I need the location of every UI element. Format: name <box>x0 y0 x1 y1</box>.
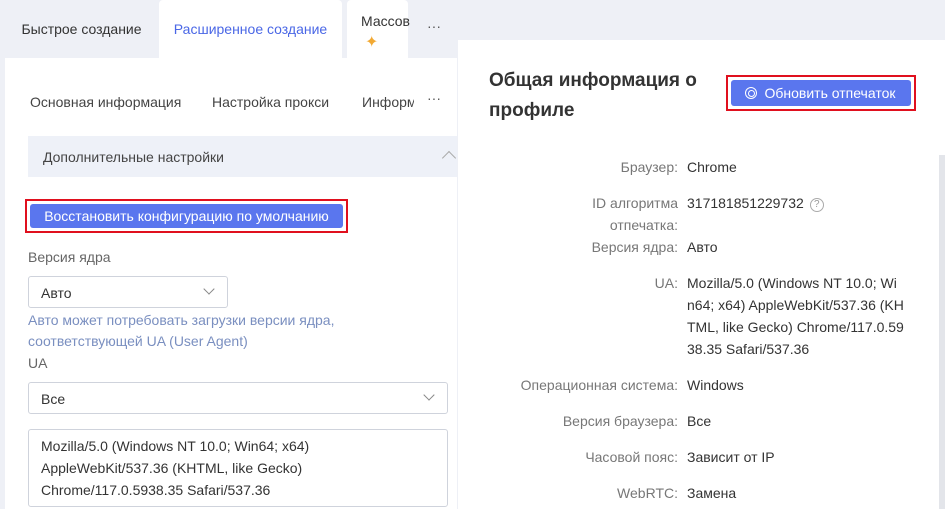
ua-textarea[interactable]: Mozilla/5.0 (Windows NT 10.0; Win64; x64… <box>28 429 448 507</box>
kernel-hint: Авто может потребовать загрузки версии я… <box>28 312 335 349</box>
ua-select[interactable]: Все <box>28 382 448 414</box>
refresh-highlight: Обновить отпечаток <box>726 75 916 111</box>
row-kernel-key: Версия ядра: <box>591 239 678 255</box>
row-timezone-key: Часовой пояс: <box>585 449 678 465</box>
section-title: Дополнительные настройки <box>43 149 224 165</box>
row-browser-key: Браузер: <box>620 159 678 175</box>
row-fingerprint-id-value: 317181851229732 <box>687 195 804 211</box>
row-ua-key: UA: <box>654 275 678 291</box>
subtab-basic-info[interactable]: Основная информация <box>30 94 181 110</box>
row-fingerprint-id: 317181851229732? <box>687 192 824 214</box>
sparkle-icon: ✦ <box>365 34 379 51</box>
profile-overview-panel: Общая информация о профиле Обновить отпе… <box>458 40 945 509</box>
subtab-info[interactable]: Информ <box>362 94 414 110</box>
row-webrtc-key: WebRTC: <box>617 485 678 501</box>
row-browser-value: Chrome <box>687 159 737 175</box>
create-form-panel: Основная информация Настройка прокси Инф… <box>5 58 457 509</box>
subtab-proxy[interactable]: Настройка прокси <box>212 94 329 110</box>
scrollbar[interactable] <box>939 155 945 509</box>
refresh-fingerprint-label: Обновить отпечаток <box>764 85 896 101</box>
chevron-down-icon <box>423 389 435 401</box>
row-ua-value: Mozilla/5.0 (Windows NT 10.0; Wi n64; x6… <box>687 275 904 357</box>
row-webrtc-value: Замена <box>687 485 737 501</box>
kernel-version-value: Авто <box>41 285 72 301</box>
row-fingerprint-id-key: ID алгоритма отпечатка: <box>592 195 678 233</box>
tab-bulk-create[interactable]: Массов ✦ <box>347 0 410 58</box>
ua-select-value: Все <box>41 391 66 407</box>
chevron-up-icon <box>441 150 457 166</box>
ua-label: UA <box>28 355 48 371</box>
tab-advanced-create[interactable]: Расширенное создание <box>159 0 342 58</box>
profile-overview-title: Общая информация о профиле <box>489 70 697 121</box>
row-timezone-value: Зависит от IP <box>687 449 775 465</box>
row-os-key: Операционная система: <box>520 377 678 393</box>
fingerprint-icon <box>745 87 757 99</box>
help-icon[interactable]: ? <box>809 198 824 212</box>
row-browser-version-key: Версия браузера: <box>562 413 678 429</box>
refresh-fingerprint-button[interactable]: Обновить отпечаток <box>731 80 911 106</box>
tab-quick-create[interactable]: Быстрое создание <box>9 0 154 58</box>
restore-defaults-button[interactable]: Восстановить конфигурацию по умолчанию <box>30 204 343 228</box>
kernel-version-select[interactable]: Авто <box>28 276 228 308</box>
kernel-version-label: Версия ядра <box>28 249 111 265</box>
row-os-value: Windows <box>687 377 744 393</box>
top-tabs: Быстрое создание Расширенное создание Ма… <box>0 0 460 58</box>
tabs-more-button[interactable]: ··· <box>420 0 448 58</box>
restore-highlight: Восстановить конфигурацию по умолчанию <box>25 199 348 233</box>
subtabs-more-button[interactable]: ··· <box>427 90 441 106</box>
tab-bulk-label: Массов <box>361 13 410 29</box>
chevron-down-icon <box>203 283 215 295</box>
row-kernel-value: Авто <box>687 239 718 255</box>
row-browser-version-value: Все <box>687 413 712 429</box>
advanced-settings-header[interactable]: Дополнительные настройки <box>28 136 457 177</box>
